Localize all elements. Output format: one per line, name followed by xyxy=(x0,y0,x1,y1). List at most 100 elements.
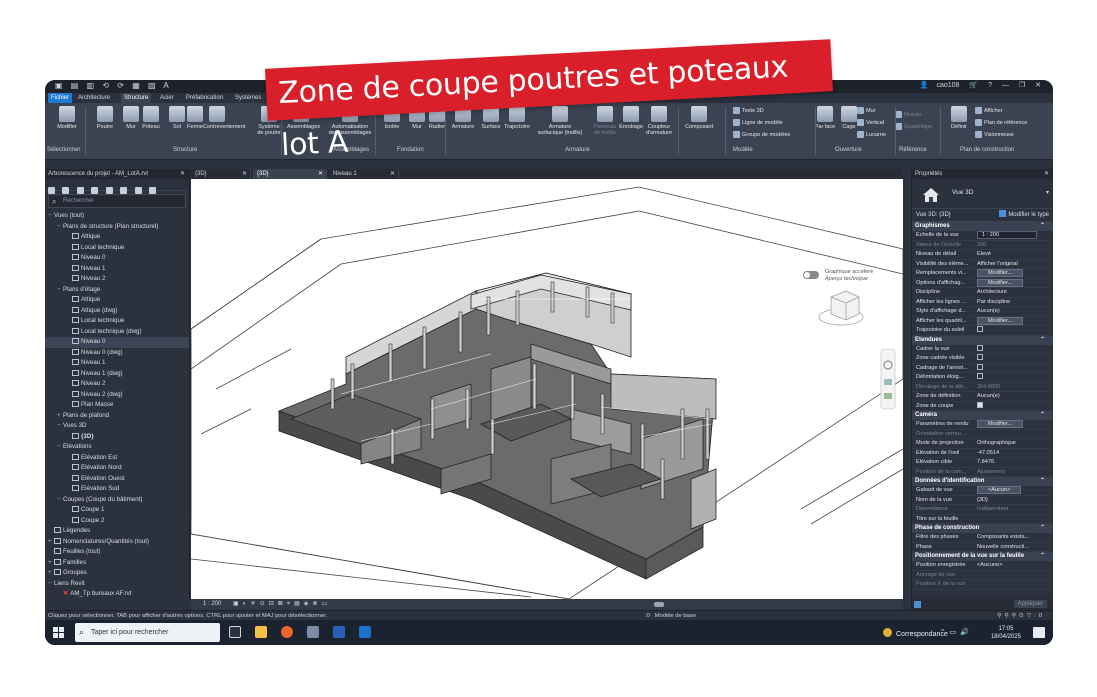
tree-item[interactable]: Coupe 2 xyxy=(45,516,189,527)
property-row[interactable]: Position X de la vue xyxy=(912,580,1053,590)
collapse-icon[interactable]: ⌃ xyxy=(1040,524,1045,533)
view-control-icons[interactable]: ▣◐☀⊙⊡⊠⌖▤◈⊗▭ xyxy=(233,599,331,610)
tree-item[interactable]: Niveau 2 xyxy=(45,274,189,285)
ribbon-tool-3[interactable]: Poteau xyxy=(137,106,165,130)
property-value[interactable]: Modifier... xyxy=(977,269,1024,279)
browser-tool-icon[interactable] xyxy=(105,187,113,194)
collapse-icon[interactable]: ⌃ xyxy=(1040,222,1045,231)
media-app-icon[interactable] xyxy=(359,626,371,638)
property-checkbox[interactable] xyxy=(977,354,983,360)
property-value[interactable]: Modifier... xyxy=(977,316,1024,327)
property-row[interactable]: Filtre des phases Composants exista... xyxy=(912,533,1053,543)
apply-button[interactable]: Appliquer xyxy=(1013,600,1047,608)
graphics-toggle[interactable] xyxy=(803,271,819,279)
view-tab[interactable]: Niveau 1 ✕ xyxy=(329,169,399,179)
property-value[interactable]: Modifier... xyxy=(977,278,1024,289)
clock[interactable]: 17:05 18/04/2025 xyxy=(991,625,1021,641)
instance-selector[interactable]: Vue 3D: {3D} Modifier le type xyxy=(912,209,1053,222)
3d-viewport[interactable]: Graphique accéléré Aperçu technique xyxy=(191,179,903,599)
notifications-icon[interactable] xyxy=(1033,627,1045,638)
ribbon-item-opening_items-1[interactable]: Vertical xyxy=(857,119,884,126)
tray-icons[interactable]: ⌃▭🔊 xyxy=(940,628,973,636)
tree-item[interactable]: Elévation Est xyxy=(45,453,189,464)
ribbon-group-label[interactable]: Plan de construction xyxy=(960,147,1014,153)
navigation-bar[interactable] xyxy=(880,348,896,410)
property-value[interactable]: 1 : 200 xyxy=(977,231,1037,241)
tab-préfabrication[interactable]: Préfabrication xyxy=(183,93,226,103)
property-row[interactable]: Zone de définition Aucun(e) xyxy=(912,392,1053,402)
ribbon-item-ref_items-1[interactable]: Quadrillage xyxy=(895,123,932,130)
ribbon-tool-6[interactable]: Contreventement xyxy=(203,106,245,130)
help-icon[interactable]: ? xyxy=(988,82,992,89)
tree-item[interactable]: Niveau 1 xyxy=(45,264,189,275)
tree-item[interactable]: − Vues 3D xyxy=(45,421,189,432)
property-checkbox[interactable] xyxy=(977,344,983,351)
tree-item[interactable]: Elévation Sud xyxy=(45,484,189,495)
property-checkbox[interactable] xyxy=(977,401,983,408)
view-tab[interactable]: {3D} ✕ xyxy=(191,169,251,179)
property-row[interactable]: Position enregistrée <Aucune> xyxy=(912,561,1053,571)
tree-item[interactable]: Niveau 2 (dwg) xyxy=(45,390,189,401)
ribbon-item-plan_items-1[interactable]: Plan de référence xyxy=(975,119,1027,126)
tree-item[interactable]: Coupe 1 xyxy=(45,505,189,516)
tab-architecture[interactable]: Architecture xyxy=(75,93,113,103)
close-icon[interactable]: ✕ xyxy=(180,169,185,179)
collapse-icon[interactable]: ⌃ xyxy=(1040,552,1045,561)
property-row[interactable]: Discipline Architecture xyxy=(912,288,1053,298)
close-icon[interactable]: ✕ xyxy=(1044,169,1049,179)
browser-tool-icon[interactable] xyxy=(91,187,99,194)
tree-item[interactable]: − Plans d'étage xyxy=(45,285,189,296)
tree-item[interactable]: + Groupes xyxy=(45,568,189,579)
property-row[interactable]: Niveau de détail Elevé xyxy=(912,250,1053,260)
property-row[interactable]: Gabarit de vue <Aucun> xyxy=(912,486,1053,496)
windows-start-icon[interactable] xyxy=(53,627,64,638)
ribbon-group-label[interactable]: Ouverture xyxy=(835,147,862,153)
property-row[interactable]: Cadrage de l'annot... xyxy=(912,363,1053,374)
property-row[interactable]: Nom de la vue {3D} xyxy=(912,496,1053,505)
tree-item[interactable]: Attique xyxy=(45,232,189,243)
property-checkbox[interactable] xyxy=(977,363,983,370)
property-value[interactable] xyxy=(977,326,983,336)
ribbon-item-opening_items-2[interactable]: Lucarne xyxy=(857,131,886,138)
tree-item[interactable]: Local technique xyxy=(45,316,189,327)
browser-tool-icon[interactable] xyxy=(48,187,55,194)
property-value[interactable] xyxy=(977,401,983,412)
property-row[interactable]: Echelle de la vue 1 : 200 xyxy=(912,231,1053,241)
property-value[interactable]: <Aucun> xyxy=(977,486,1022,496)
property-row[interactable]: Position de la cam... Ajustement xyxy=(912,468,1053,477)
weather-widget[interactable]: Correspondance xyxy=(883,628,948,638)
horizontal-scrollbar[interactable] xyxy=(654,602,664,607)
app-icon[interactable] xyxy=(307,626,319,638)
property-row[interactable]: Orientation verrou... xyxy=(912,430,1053,439)
user-name[interactable]: cao108 xyxy=(936,82,959,89)
collapse-icon[interactable]: ⌃ xyxy=(1040,477,1045,486)
tree-item[interactable]: + Plans de plafond xyxy=(45,411,189,422)
tree-item[interactable]: Légendes xyxy=(45,526,189,537)
tree-item[interactable]: Attique (dwg) xyxy=(45,306,189,317)
property-row[interactable]: Afficher les lignes ... Par discipline xyxy=(912,298,1053,307)
property-section[interactable]: Phase de construction ⌃ xyxy=(912,524,1053,533)
restore-icon[interactable]: ❐ xyxy=(1019,82,1025,89)
chevron-down-icon[interactable]: ▾ xyxy=(1046,189,1049,196)
file-explorer-icon[interactable] xyxy=(255,626,267,638)
tree-item[interactable]: Niveau 0 xyxy=(45,337,189,348)
property-value[interactable] xyxy=(977,363,983,374)
collapse-icon[interactable]: ⌃ xyxy=(1040,411,1045,420)
tree-item[interactable]: + Nomenclatures/Quantités (tout) xyxy=(45,537,189,548)
property-row[interactable]: Elévation de l'oeil -47.0514 xyxy=(912,449,1053,458)
property-row[interactable]: Décalage de la déli... 304.8000 xyxy=(912,383,1053,392)
property-row[interactable]: Afficher les quadril... Modifier... xyxy=(912,316,1053,327)
property-row[interactable]: Délimitation éloig... xyxy=(912,373,1053,383)
tab-syst-mes[interactable]: Systèmes xyxy=(232,93,264,103)
property-section[interactable]: Positionnement de la vue sur la feuille ⌃ xyxy=(912,552,1053,561)
property-value[interactable] xyxy=(977,344,983,355)
tree-item[interactable]: ✖ AM_Tp bureaux AF.rvt xyxy=(45,589,189,600)
tab-acier[interactable]: Acier xyxy=(157,93,177,103)
property-row[interactable]: Style d'affichage d... Aucun(e) xyxy=(912,307,1053,317)
quick-access-toolbar[interactable]: ▣ ▤ ▥ ⟲ ⟳ ▦ ▧ A xyxy=(55,81,172,90)
browser-tool-icon[interactable] xyxy=(76,187,84,194)
tree-item[interactable]: Plan Masse xyxy=(45,400,189,411)
property-row[interactable]: Dépendance Indépendant xyxy=(912,505,1053,515)
browser-tool-icon[interactable] xyxy=(149,187,157,194)
property-row[interactable]: Titre sur la feuille xyxy=(912,515,1053,524)
